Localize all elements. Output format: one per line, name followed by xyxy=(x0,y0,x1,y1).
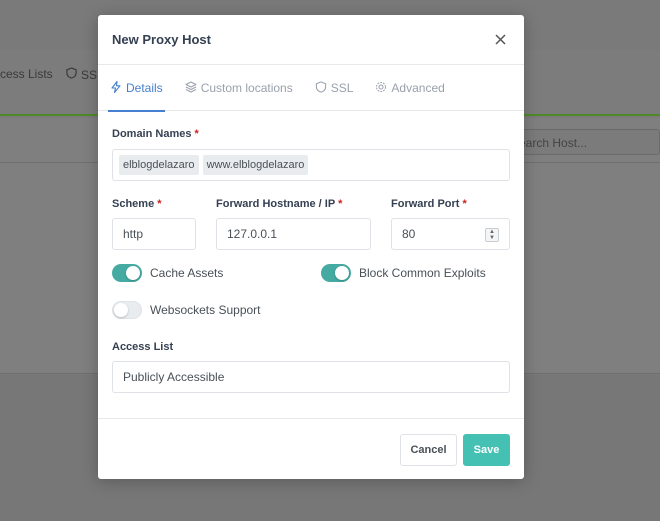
scheme-input[interactable]: http xyxy=(112,218,196,250)
block-exploits-toggle-row[interactable]: Block Common Exploits xyxy=(321,264,486,282)
websockets-label: Websockets Support xyxy=(150,303,261,317)
label-text: Forward Port xyxy=(391,198,460,210)
forward-port-value: 80 xyxy=(402,227,416,241)
modal-tabs: Details Custom locations SSL Advanced xyxy=(98,65,524,112)
tab-custom-locations[interactable]: Custom locations xyxy=(185,65,293,111)
cache-assets-toggle-row[interactable]: Cache Assets xyxy=(112,264,223,282)
forward-port-input[interactable]: 80 ▲ ▼ xyxy=(391,218,510,250)
domain-tag[interactable]: elblogdelazaro xyxy=(119,155,199,175)
scheme-label: Scheme * xyxy=(112,198,162,210)
bolt-icon xyxy=(110,80,122,96)
access-list-label: Access List xyxy=(112,341,174,353)
tab-label: Custom locations xyxy=(200,81,293,95)
modal-header: New Proxy Host xyxy=(98,15,524,65)
tab-ssl[interactable]: SSL xyxy=(315,65,354,111)
label-text: Domain Names xyxy=(112,128,192,140)
tab-label: Details xyxy=(126,81,163,95)
switch-knob xyxy=(126,266,140,280)
nav-item-label: cess Lists xyxy=(0,67,53,81)
gear-icon xyxy=(375,81,387,96)
websockets-toggle-row[interactable]: Websockets Support xyxy=(112,301,261,319)
modal-title: New Proxy Host xyxy=(112,32,211,47)
domain-tag[interactable]: www.elblogdelazaro xyxy=(202,155,309,175)
save-button[interactable]: Save xyxy=(463,434,510,466)
cache-assets-switch[interactable] xyxy=(112,264,142,282)
access-list-select[interactable]: Publicly Accessible xyxy=(112,361,510,393)
forward-port-label: Forward Port * xyxy=(391,198,467,210)
cancel-button[interactable]: Cancel xyxy=(400,434,457,466)
new-proxy-host-modal: New Proxy Host Details Custom locations … xyxy=(98,15,524,479)
websockets-switch[interactable] xyxy=(112,301,142,319)
required-mark: * xyxy=(338,198,343,210)
close-icon[interactable] xyxy=(490,30,510,50)
chevron-down-icon[interactable]: ▼ xyxy=(489,235,495,241)
domain-names-label: Domain Names * xyxy=(112,128,199,140)
required-mark: * xyxy=(194,128,199,140)
tab-label: Advanced xyxy=(391,81,445,95)
switch-knob xyxy=(335,266,349,280)
layers-icon xyxy=(185,81,197,96)
nav-item-access-lists: cess Lists xyxy=(0,67,53,81)
forward-hostname-input[interactable]: 127.0.0.1 xyxy=(216,218,371,250)
domain-names-input[interactable]: elblogdelazaro www.elblogdelazaro xyxy=(112,149,510,181)
search-host-input: earch Host... xyxy=(510,129,660,155)
cache-assets-label: Cache Assets xyxy=(150,266,224,280)
label-text: Forward Hostname / IP xyxy=(216,198,335,210)
block-exploits-label: Block Common Exploits xyxy=(359,266,486,280)
switch-knob xyxy=(114,303,128,317)
block-exploits-switch[interactable] xyxy=(321,264,351,282)
required-mark: * xyxy=(462,198,467,210)
shield-icon xyxy=(315,80,327,96)
tab-label: SSL xyxy=(330,81,354,95)
label-text: Scheme xyxy=(112,198,155,210)
tab-advanced[interactable]: Advanced xyxy=(375,65,445,111)
port-stepper[interactable]: ▲ ▼ xyxy=(485,228,499,242)
tab-details[interactable]: Details xyxy=(108,65,165,112)
modal-body: Domain Names * elblogdelazaro www.elblog… xyxy=(98,112,524,418)
shield-icon xyxy=(66,67,77,82)
required-mark: * xyxy=(157,198,162,210)
forward-hostname-label: Forward Hostname / IP * xyxy=(216,198,342,210)
modal-footer: Cancel Save xyxy=(98,418,524,479)
